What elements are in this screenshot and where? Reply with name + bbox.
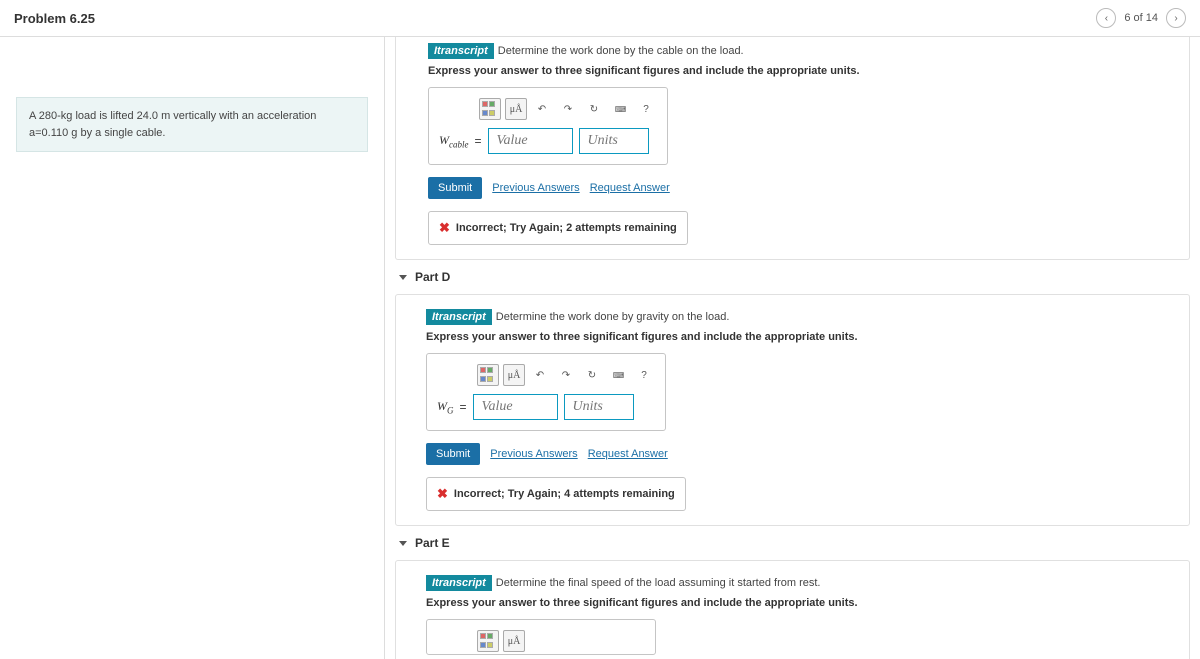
part-c-feedback-text: Incorrect; Try Again; 2 attempts remaini… <box>456 222 677 234</box>
transcript-badge[interactable]: Itranscript <box>428 43 494 59</box>
part-e-header[interactable]: Part E <box>399 536 1190 550</box>
help-icon[interactable]: ? <box>635 98 657 120</box>
part-e-instruction: Express your answer to three significant… <box>426 597 1189 609</box>
part-d-header[interactable]: Part D <box>399 270 1190 284</box>
part-d-toolbar: μÅ ↶ ↷ ↻ ⌨ ? <box>437 364 655 386</box>
left-column: A 280-kg load is lifted 24.0 m verticall… <box>0 37 385 659</box>
part-d-answer-box: μÅ ↶ ↷ ↻ ⌨ ? WG = <box>426 353 666 431</box>
part-d-title: Part D <box>415 270 450 284</box>
part-c-previous-answers-link[interactable]: Previous Answers <box>492 182 579 194</box>
reset-icon[interactable]: ↻ <box>583 98 605 120</box>
right-column: Itranscript Determine the work done by t… <box>385 37 1200 659</box>
part-c-block: Itranscript Determine the work done by t… <box>395 37 1190 260</box>
problem-title: Problem 6.25 <box>14 11 95 26</box>
keyboard-icon[interactable]: ⌨ <box>609 98 631 120</box>
chevron-down-icon <box>399 275 407 280</box>
part-c-variable: Wcable <box>439 133 469 149</box>
part-e-question: Determine the final speed of the load as… <box>496 577 821 589</box>
redo-icon[interactable]: ↷ <box>557 98 579 120</box>
units-symbol-button[interactable]: μÅ <box>503 630 525 652</box>
chevron-down-icon <box>399 541 407 546</box>
prev-problem-button[interactable]: ‹ <box>1096 8 1116 28</box>
part-d-feedback-text: Incorrect; Try Again; 4 attempts remaini… <box>454 488 675 500</box>
part-d-value-input[interactable] <box>473 394 558 420</box>
templates-icon[interactable] <box>477 364 499 386</box>
problem-position: 6 of 14 <box>1124 12 1158 24</box>
problem-statement: A 280-kg load is lifted 24.0 m verticall… <box>16 97 368 152</box>
part-c-toolbar: μÅ ↶ ↷ ↻ ⌨ ? <box>439 98 657 120</box>
equals-sign: = <box>475 134 482 148</box>
incorrect-icon: ✖ <box>439 220 450 236</box>
part-c-submit-button[interactable]: Submit <box>428 177 482 199</box>
undo-icon[interactable]: ↶ <box>531 98 553 120</box>
incorrect-icon: ✖ <box>437 486 448 502</box>
keyboard-icon[interactable]: ⌨ <box>607 364 629 386</box>
units-symbol-button[interactable]: μÅ <box>505 98 527 120</box>
part-d-request-answer-link[interactable]: Request Answer <box>588 448 668 460</box>
next-problem-button[interactable]: › <box>1166 8 1186 28</box>
part-e-toolbar: μÅ <box>437 630 645 652</box>
help-icon[interactable]: ? <box>633 364 655 386</box>
part-d-feedback: ✖ Incorrect; Try Again; 4 attempts remai… <box>426 477 686 511</box>
top-bar: Problem 6.25 ‹ 6 of 14 › <box>0 0 1200 37</box>
units-symbol-button[interactable]: μÅ <box>503 364 525 386</box>
part-d-instruction: Express your answer to three significant… <box>426 331 1189 343</box>
part-c-value-input[interactable] <box>488 128 573 154</box>
part-d-submit-button[interactable]: Submit <box>426 443 480 465</box>
part-c-answer-box: μÅ ↶ ↷ ↻ ⌨ ? Wcable = <box>428 87 668 165</box>
part-c-instruction: Express your answer to three significant… <box>428 65 1189 77</box>
templates-icon[interactable] <box>479 98 501 120</box>
part-e-block: Itranscript Determine the final speed of… <box>395 560 1190 659</box>
equals-sign: = <box>460 400 467 414</box>
part-c-feedback: ✖ Incorrect; Try Again; 2 attempts remai… <box>428 211 688 245</box>
redo-icon[interactable]: ↷ <box>555 364 577 386</box>
part-d-block: Itranscript Determine the work done by g… <box>395 294 1190 526</box>
templates-icon[interactable] <box>477 630 499 652</box>
part-d-previous-answers-link[interactable]: Previous Answers <box>490 448 577 460</box>
part-c-question: Determine the work done by the cable on … <box>498 45 744 57</box>
nav-group: ‹ 6 of 14 › <box>1096 8 1186 28</box>
transcript-badge[interactable]: Itranscript <box>426 309 492 325</box>
part-d-variable: WG <box>437 399 454 415</box>
part-d-question: Determine the work done by gravity on th… <box>496 311 730 323</box>
part-c-units-input[interactable] <box>579 128 649 154</box>
part-e-answer-box: μÅ <box>426 619 656 655</box>
undo-icon[interactable]: ↶ <box>529 364 551 386</box>
transcript-badge[interactable]: Itranscript <box>426 575 492 591</box>
part-e-title: Part E <box>415 536 450 550</box>
part-d-units-input[interactable] <box>564 394 634 420</box>
part-c-request-answer-link[interactable]: Request Answer <box>590 182 670 194</box>
reset-icon[interactable]: ↻ <box>581 364 603 386</box>
